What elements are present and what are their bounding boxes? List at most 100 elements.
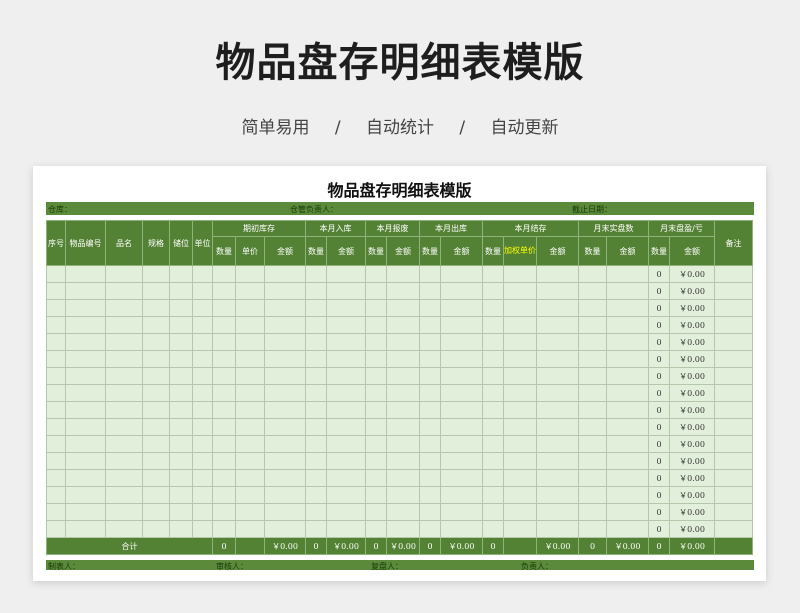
table-cell[interactable] xyxy=(714,435,753,453)
table-cell[interactable] xyxy=(365,503,387,521)
diff-qty-cell[interactable]: 0 xyxy=(648,299,670,317)
table-cell[interactable] xyxy=(65,282,106,300)
table-cell[interactable] xyxy=(578,367,607,385)
table-cell[interactable] xyxy=(65,503,106,521)
table-cell[interactable] xyxy=(714,452,753,470)
table-cell[interactable] xyxy=(326,469,366,487)
table-cell[interactable] xyxy=(65,520,106,538)
table-cell[interactable] xyxy=(142,401,170,419)
table-cell[interactable] xyxy=(326,299,366,317)
table-cell[interactable] xyxy=(326,333,366,351)
table-cell[interactable] xyxy=(440,265,483,283)
table-cell[interactable] xyxy=(264,316,306,334)
table-cell[interactable] xyxy=(536,401,579,419)
table-cell[interactable] xyxy=(192,520,213,538)
table-cell[interactable] xyxy=(65,350,106,368)
table-cell[interactable] xyxy=(419,503,441,521)
table-cell[interactable] xyxy=(578,282,607,300)
table-cell[interactable] xyxy=(419,282,441,300)
table-cell[interactable] xyxy=(386,520,420,538)
diff-qty-cell[interactable]: 0 xyxy=(648,503,670,521)
table-cell[interactable] xyxy=(169,469,193,487)
table-cell[interactable] xyxy=(169,418,193,436)
table-cell[interactable] xyxy=(212,486,236,504)
table-cell[interactable] xyxy=(365,401,387,419)
table-cell[interactable] xyxy=(192,384,213,402)
table-cell[interactable] xyxy=(46,384,66,402)
table-cell[interactable] xyxy=(305,316,327,334)
table-cell[interactable] xyxy=(65,316,106,334)
table-cell[interactable] xyxy=(192,333,213,351)
table-cell[interactable] xyxy=(536,282,579,300)
table-cell[interactable] xyxy=(142,333,170,351)
table-cell[interactable] xyxy=(46,367,66,385)
table-cell[interactable] xyxy=(714,418,753,436)
table-cell[interactable] xyxy=(578,350,607,368)
table-cell[interactable] xyxy=(65,469,106,487)
table-cell[interactable] xyxy=(305,503,327,521)
table-cell[interactable] xyxy=(578,299,607,317)
table-cell[interactable] xyxy=(386,452,420,470)
table-cell[interactable] xyxy=(365,367,387,385)
table-cell[interactable] xyxy=(169,316,193,334)
table-cell[interactable] xyxy=(386,384,420,402)
table-cell[interactable] xyxy=(503,418,537,436)
table-cell[interactable] xyxy=(212,520,236,538)
table-cell[interactable] xyxy=(105,299,143,317)
table-cell[interactable] xyxy=(264,350,306,368)
table-cell[interactable] xyxy=(606,367,649,385)
table-cell[interactable] xyxy=(440,333,483,351)
table-cell[interactable] xyxy=(305,418,327,436)
table-cell[interactable] xyxy=(482,265,504,283)
table-cell[interactable] xyxy=(365,486,387,504)
table-cell[interactable] xyxy=(305,452,327,470)
table-cell[interactable] xyxy=(305,367,327,385)
table-cell[interactable] xyxy=(326,503,366,521)
diff-amount-cell[interactable]: ￥0.00 xyxy=(669,265,715,283)
diff-amount-cell[interactable]: ￥0.00 xyxy=(669,299,715,317)
table-cell[interactable] xyxy=(578,418,607,436)
diff-qty-cell[interactable]: 0 xyxy=(648,265,670,283)
table-cell[interactable] xyxy=(386,299,420,317)
table-cell[interactable] xyxy=(142,350,170,368)
table-cell[interactable] xyxy=(419,333,441,351)
table-cell[interactable] xyxy=(105,520,143,538)
table-cell[interactable] xyxy=(386,333,420,351)
table-cell[interactable] xyxy=(105,418,143,436)
table-cell[interactable] xyxy=(235,282,265,300)
table-cell[interactable] xyxy=(482,486,504,504)
table-cell[interactable] xyxy=(606,299,649,317)
table-cell[interactable] xyxy=(503,401,537,419)
table-cell[interactable] xyxy=(235,316,265,334)
table-cell[interactable] xyxy=(482,401,504,419)
table-cell[interactable] xyxy=(714,367,753,385)
table-cell[interactable] xyxy=(142,282,170,300)
diff-qty-cell[interactable]: 0 xyxy=(648,435,670,453)
table-cell[interactable] xyxy=(326,486,366,504)
table-cell[interactable] xyxy=(578,486,607,504)
table-cell[interactable] xyxy=(365,435,387,453)
table-cell[interactable] xyxy=(606,265,649,283)
table-cell[interactable] xyxy=(212,384,236,402)
table-cell[interactable] xyxy=(142,503,170,521)
table-cell[interactable] xyxy=(419,418,441,436)
table-cell[interactable] xyxy=(482,367,504,385)
table-cell[interactable] xyxy=(235,520,265,538)
diff-amount-cell[interactable]: ￥0.00 xyxy=(669,316,715,334)
table-cell[interactable] xyxy=(578,401,607,419)
table-cell[interactable] xyxy=(386,316,420,334)
diff-qty-cell[interactable]: 0 xyxy=(648,452,670,470)
table-cell[interactable] xyxy=(606,384,649,402)
table-cell[interactable] xyxy=(578,469,607,487)
table-cell[interactable] xyxy=(192,316,213,334)
table-cell[interactable] xyxy=(305,282,327,300)
table-cell[interactable] xyxy=(606,401,649,419)
table-cell[interactable] xyxy=(386,367,420,385)
table-cell[interactable] xyxy=(440,469,483,487)
table-cell[interactable] xyxy=(235,384,265,402)
table-cell[interactable] xyxy=(419,367,441,385)
table-cell[interactable] xyxy=(606,503,649,521)
table-cell[interactable] xyxy=(235,452,265,470)
table-cell[interactable] xyxy=(46,418,66,436)
table-cell[interactable] xyxy=(105,452,143,470)
